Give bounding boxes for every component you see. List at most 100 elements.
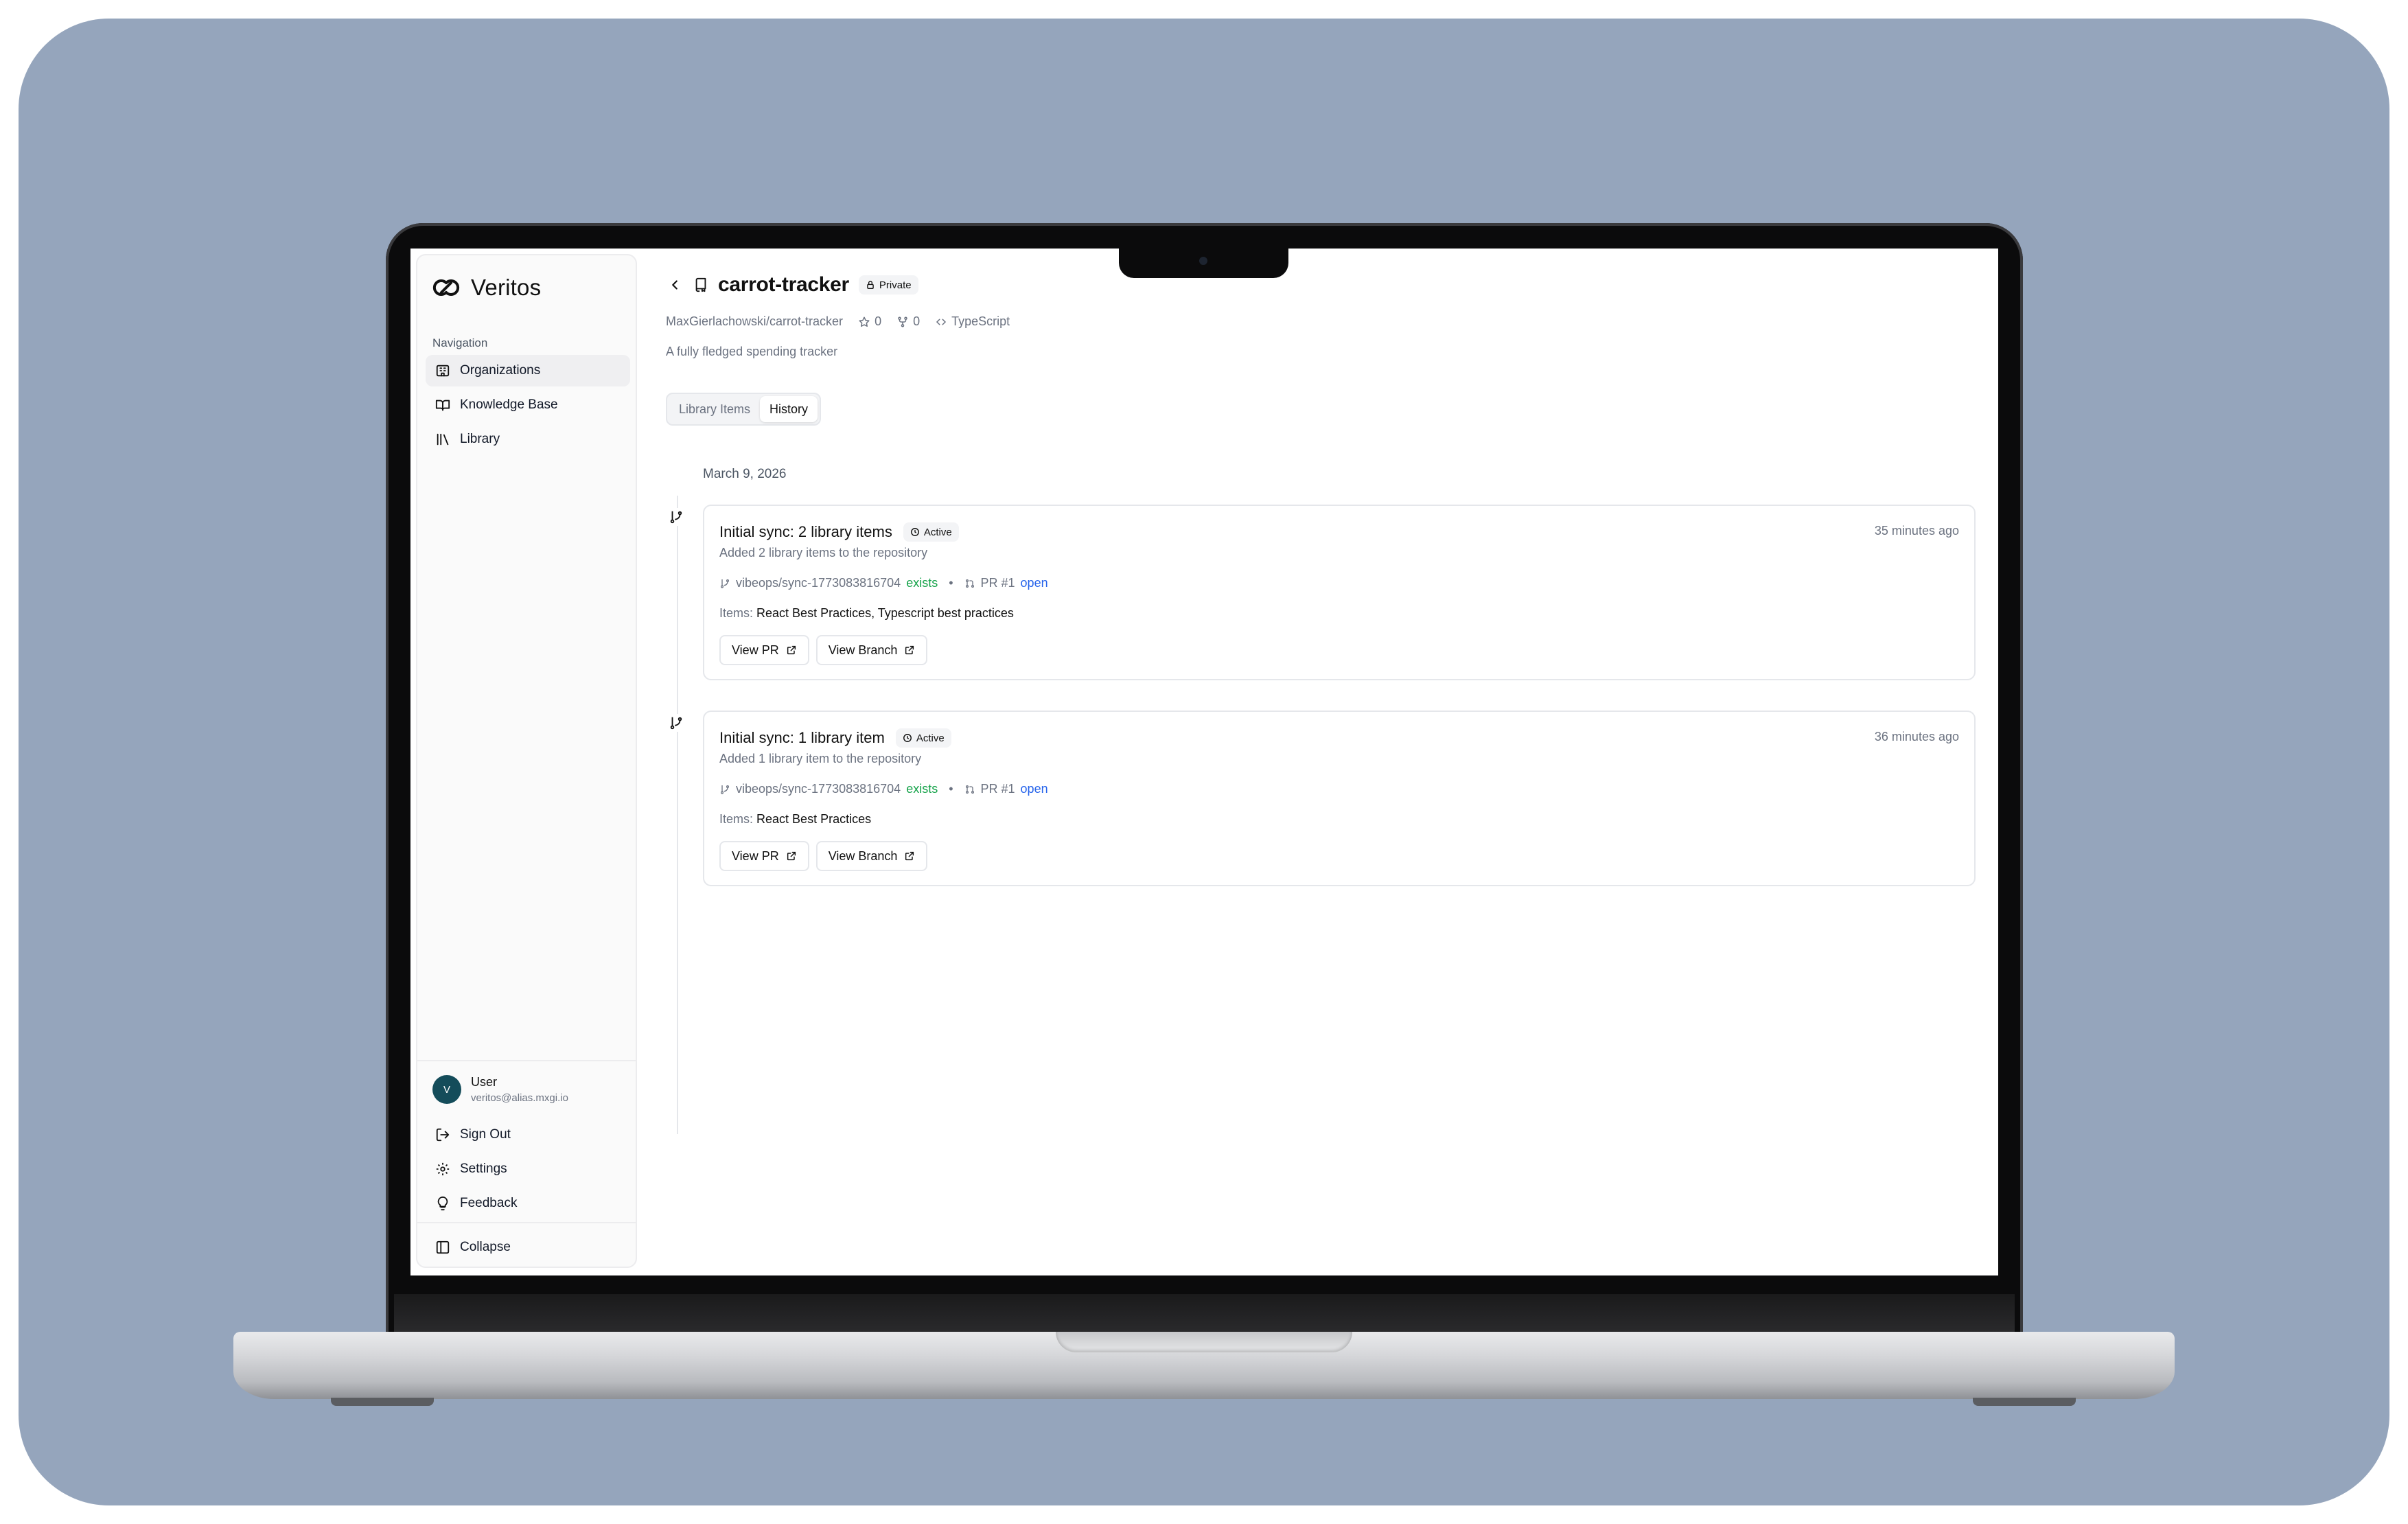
items-label: Items: (719, 812, 754, 826)
view-branch-label: View Branch (828, 848, 898, 863)
entry-title: Initial sync: 2 library items (719, 523, 892, 540)
repo-icon (693, 277, 708, 292)
repo-description: A fully fledged spending tracker (666, 345, 838, 358)
entry-header: Initial sync: 2 library items Active (719, 522, 959, 542)
language: TypeScript (935, 314, 1010, 329)
pull-request-icon (965, 785, 974, 794)
brand[interactable]: Veritos (432, 275, 541, 301)
camera-notch (1119, 249, 1288, 278)
collapse-button[interactable]: Collapse (426, 1232, 627, 1263)
screen: Veritos Navigation Organizations Knowled… (410, 249, 1998, 1275)
laptop-foot (1973, 1398, 2076, 1406)
star-icon (859, 316, 870, 327)
feedback-button[interactable]: Feedback (426, 1188, 630, 1219)
sidebar-item-label: Knowledge Base (460, 397, 558, 412)
user-profile[interactable]: V User veritos@alias.mxgi.io (432, 1075, 568, 1104)
pull-request-icon (965, 579, 974, 588)
branch-info: vibeops/sync-1773083816704 exists • PR #… (719, 782, 1048, 796)
sign-out-button[interactable]: Sign Out (426, 1119, 630, 1151)
forks-value: 0 (913, 314, 921, 328)
stars-count: 0 (858, 314, 881, 329)
pr-state: open (1020, 782, 1048, 796)
entry-header: Initial sync: 1 library item Active (719, 728, 951, 748)
entry-title: Initial sync: 1 library item (719, 729, 885, 746)
user-name: User (471, 1075, 498, 1089)
branch-name: vibeops/sync-1773083816704 (736, 782, 901, 796)
chevron-left-icon (672, 280, 678, 290)
page-title: carrot-tracker (718, 273, 849, 296)
sidebar-item-label: Organizations (460, 363, 541, 378)
pr-number: PR #1 (980, 576, 1015, 590)
footer-nav: Sign Out Settings Feedback (426, 1119, 630, 1222)
tab-library-items[interactable]: Library Items (669, 396, 760, 422)
separator-dot: • (949, 782, 953, 796)
entry-time: 36 minutes ago (1874, 730, 1959, 743)
base-notch (1056, 1332, 1352, 1352)
external-link-icon (905, 851, 914, 861)
sidebar-item-label: Library (460, 432, 500, 446)
entry-actions: View PR View Branch (719, 635, 928, 665)
feedback-label: Feedback (460, 1196, 518, 1210)
entry-items: Items: React Best Practices (719, 812, 871, 827)
history-entry: Initial sync: 1 library item Active 36 m… (703, 711, 1976, 886)
sidebar-item-knowledge-base[interactable]: Knowledge Base (426, 389, 630, 421)
main-content: carrot-tracker Private MaxGierlachowski/… (666, 249, 1991, 1275)
camera-icon (1199, 257, 1207, 265)
sidebar: Veritos Navigation Organizations Knowled… (416, 254, 637, 1268)
nav-heading: Navigation (432, 336, 488, 349)
sidebar-item-organizations[interactable]: Organizations (426, 355, 630, 386)
settings-button[interactable]: Settings (426, 1153, 630, 1185)
sign-out-label: Sign Out (460, 1127, 511, 1142)
branch-info: vibeops/sync-1773083816704 exists • PR #… (719, 576, 1048, 590)
pr-state: open (1020, 576, 1048, 590)
view-branch-button[interactable]: View Branch (815, 635, 928, 665)
items-label: Items: (719, 606, 754, 620)
entry-subtitle: Added 1 library item to the repository (719, 752, 922, 765)
stars-value: 0 (875, 314, 882, 328)
git-branch-icon (721, 785, 729, 794)
library-icon (435, 432, 450, 447)
laptop-foot (331, 1398, 434, 1406)
external-link-icon (787, 645, 796, 655)
history-date: March 9, 2026 (703, 467, 787, 481)
brand-name: Veritos (471, 275, 542, 300)
view-pr-label: View PR (732, 848, 779, 863)
gear-icon (435, 1162, 450, 1177)
sidebar-item-library[interactable]: Library (426, 424, 630, 455)
collapse-label: Collapse (460, 1240, 511, 1254)
view-branch-label: View Branch (828, 643, 898, 657)
entry-time: 35 minutes ago (1874, 524, 1959, 538)
view-pr-button[interactable]: View PR (719, 635, 809, 665)
history-entry: Initial sync: 2 library items Active 35 … (703, 505, 1976, 680)
laptop-base (233, 1332, 2175, 1399)
visibility-label: Private (879, 279, 912, 291)
external-link-icon (905, 645, 914, 655)
tab-history[interactable]: History (760, 396, 818, 422)
avatar: V (432, 1075, 461, 1104)
view-pr-label: View PR (732, 643, 779, 657)
branch-state: exists (906, 576, 938, 590)
settings-label: Settings (460, 1162, 507, 1176)
repo-full-name[interactable]: MaxGierlachowski/carrot-tracker (666, 314, 843, 329)
sidebar-nav: Organizations Knowledge Base Library (426, 355, 630, 458)
back-button[interactable] (666, 276, 684, 294)
lock-icon (867, 281, 874, 289)
view-pr-button[interactable]: View PR (719, 841, 809, 871)
user-email: veritos@alias.mxgi.io (471, 1092, 568, 1104)
lightbulb-icon (435, 1196, 450, 1211)
entry-subtitle: Added 2 library items to the repository (719, 546, 928, 559)
branch-state: exists (906, 782, 938, 796)
entry-items: Items: React Best Practices, Typescript … (719, 606, 1014, 621)
sidebar-footer: V User veritos@alias.mxgi.io Sign Out Se… (417, 1060, 636, 1211)
visibility-badge: Private (858, 275, 918, 295)
panel-left-icon (435, 1240, 450, 1255)
view-branch-button[interactable]: View Branch (815, 841, 928, 871)
entry-actions: View PR View Branch (719, 841, 928, 871)
items-value: React Best Practices (756, 812, 872, 826)
branch-name: vibeops/sync-1773083816704 (736, 576, 901, 590)
git-branch-icon (667, 714, 685, 732)
laptop-chin (394, 1294, 2015, 1332)
tab-bar: Library Items History (666, 393, 822, 426)
clock-icon (910, 528, 919, 536)
status-badge: Active (903, 522, 959, 542)
